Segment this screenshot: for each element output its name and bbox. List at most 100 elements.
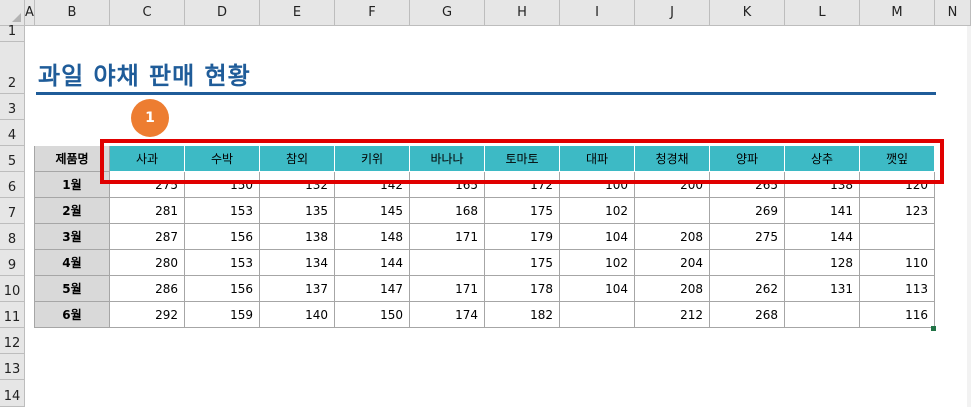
row-header-3[interactable]: 3 (0, 94, 25, 120)
column-header-h[interactable]: H (485, 0, 560, 26)
column-header-j[interactable]: J (635, 0, 710, 26)
table-cell[interactable]: 171 (410, 276, 485, 302)
table-cell[interactable]: 208 (635, 276, 710, 302)
spreadsheet-grid: ABCDEFGHIJKLMN 1 2 3 4 5 6 7 8 9 10 11 12 13 14 과일 야채… (0, 0, 971, 407)
table-cell[interactable] (560, 302, 635, 328)
table-cell[interactable]: 153 (185, 250, 260, 276)
row-header-6[interactable]: 6 (0, 172, 25, 198)
table-cell[interactable]: 147 (335, 276, 410, 302)
table-cell[interactable]: 104 (560, 276, 635, 302)
month-label-cell[interactable]: 4월 (35, 250, 110, 276)
table-cell[interactable]: 168 (410, 198, 485, 224)
table-cell[interactable]: 144 (335, 250, 410, 276)
row-header-1[interactable]: 1 (0, 24, 25, 42)
select-all-corner[interactable] (0, 0, 25, 26)
table-cell[interactable]: 144 (785, 224, 860, 250)
corner-label-cell[interactable]: 제품명 (35, 146, 110, 172)
table-cell[interactable]: 174 (410, 302, 485, 328)
table-cell[interactable]: 175 (485, 250, 560, 276)
row-header-13[interactable]: 13 (0, 354, 25, 380)
table-cell[interactable]: 140 (260, 302, 335, 328)
title-underline (36, 92, 936, 95)
row-header-14[interactable]: 14 (0, 380, 25, 407)
table-cell[interactable]: 134 (260, 250, 335, 276)
table-cell[interactable]: 178 (485, 276, 560, 302)
table-cell[interactable]: 292 (110, 302, 185, 328)
month-label-cell[interactable]: 6월 (35, 302, 110, 328)
table-cell[interactable]: 148 (335, 224, 410, 250)
table-cell[interactable]: 269 (710, 198, 785, 224)
table-cell[interactable]: 137 (260, 276, 335, 302)
table-cell[interactable]: 171 (410, 224, 485, 250)
table-cell[interactable]: 287 (110, 224, 185, 250)
table-cell[interactable]: 156 (185, 224, 260, 250)
column-header-k[interactable]: K (710, 0, 785, 26)
table-cell[interactable]: 268 (710, 302, 785, 328)
table-cell[interactable]: 141 (785, 198, 860, 224)
month-label-cell[interactable]: 2월 (35, 198, 110, 224)
column-header-f[interactable]: F (335, 0, 410, 26)
column-header-g[interactable]: G (410, 0, 485, 26)
table-cell[interactable]: 150 (335, 302, 410, 328)
column-header-a[interactable]: A (25, 0, 35, 26)
table-cell[interactable]: 102 (560, 198, 635, 224)
row-header-10[interactable]: 10 (0, 276, 25, 302)
table-cell[interactable]: 262 (710, 276, 785, 302)
sheet-right-edge (967, 26, 971, 407)
table-cell[interactable]: 138 (260, 224, 335, 250)
table-cell[interactable]: 110 (860, 250, 935, 276)
row-header-7[interactable]: 7 (0, 198, 25, 224)
table-cell[interactable]: 156 (185, 276, 260, 302)
column-header-d[interactable]: D (185, 0, 260, 26)
table-cell[interactable] (410, 250, 485, 276)
row-header-9[interactable]: 9 (0, 250, 25, 276)
table-left-border (34, 146, 35, 328)
table-cell[interactable]: 102 (560, 250, 635, 276)
table-cell[interactable]: 123 (860, 198, 935, 224)
table-cell[interactable] (635, 198, 710, 224)
table-cell[interactable]: 153 (185, 198, 260, 224)
row-header-8[interactable]: 8 (0, 224, 25, 250)
table-cell[interactable]: 179 (485, 224, 560, 250)
row-header-5[interactable]: 5 (0, 146, 25, 172)
row-header-11[interactable]: 11 (0, 302, 25, 328)
column-header-l[interactable]: L (785, 0, 860, 26)
table-cell[interactable]: 212 (635, 302, 710, 328)
header-highlight-box (100, 139, 944, 184)
month-label-cell[interactable]: 5월 (35, 276, 110, 302)
table-cell[interactable]: 275 (710, 224, 785, 250)
table-cell[interactable]: 128 (785, 250, 860, 276)
column-header-m[interactable]: M (860, 0, 935, 26)
sheet-title[interactable]: 과일 야채 판매 현황 (38, 56, 251, 91)
month-label-cell[interactable]: 3월 (35, 224, 110, 250)
table-cell[interactable] (860, 224, 935, 250)
table-cell[interactable]: 104 (560, 224, 635, 250)
table-cell[interactable]: 286 (110, 276, 185, 302)
column-header-i[interactable]: I (560, 0, 635, 26)
select-all-triangle-icon (12, 13, 21, 22)
callout-badge: 1 (131, 99, 169, 137)
table-cell[interactable]: 116 (860, 302, 935, 328)
table-cell[interactable]: 204 (635, 250, 710, 276)
table-cell[interactable]: 145 (335, 198, 410, 224)
table-cell[interactable]: 175 (485, 198, 560, 224)
table-cell[interactable]: 159 (185, 302, 260, 328)
column-header-n[interactable]: N (935, 0, 971, 26)
row-header-4[interactable]: 4 (0, 120, 25, 146)
column-header-b[interactable]: B (35, 0, 110, 26)
column-header-e[interactable]: E (260, 0, 335, 26)
table-cell[interactable] (710, 250, 785, 276)
table-cell[interactable]: 281 (110, 198, 185, 224)
table-cell[interactable]: 135 (260, 198, 335, 224)
table-cell[interactable]: 280 (110, 250, 185, 276)
month-label-cell[interactable]: 1월 (35, 172, 110, 198)
fill-handle[interactable] (931, 326, 936, 331)
column-header-c[interactable]: C (110, 0, 185, 26)
row-header-2[interactable]: 2 (0, 42, 25, 94)
table-cell[interactable]: 113 (860, 276, 935, 302)
table-cell[interactable]: 208 (635, 224, 710, 250)
table-cell[interactable] (785, 302, 860, 328)
table-cell[interactable]: 131 (785, 276, 860, 302)
row-header-12[interactable]: 12 (0, 328, 25, 354)
table-cell[interactable]: 182 (485, 302, 560, 328)
